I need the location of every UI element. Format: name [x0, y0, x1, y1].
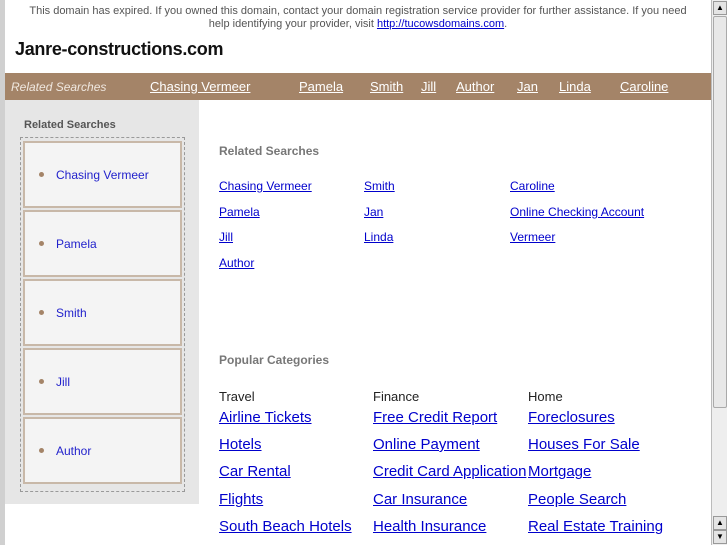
bullet-icon [39, 241, 44, 246]
category-link[interactable]: Mortgage [528, 463, 591, 480]
related-title: Related Searches [219, 144, 320, 158]
notice-end: . [504, 18, 508, 30]
topbar-link[interactable]: Jan [517, 79, 538, 94]
related-link[interactable]: Pamela [219, 205, 260, 219]
related-link[interactable]: Jan [364, 205, 383, 219]
sidebar-link[interactable]: Smith [56, 306, 87, 320]
category-link[interactable]: Free Credit Report [373, 409, 497, 426]
scroll-up-icon[interactable]: ▲ [713, 516, 727, 530]
category-link[interactable]: People Search [528, 491, 626, 508]
sidebar-title: Related Searches [24, 119, 116, 131]
category-link[interactable]: Car Rental [219, 463, 291, 480]
sidebar-item[interactable]: Pamela [23, 210, 182, 277]
bullet-icon [39, 379, 44, 384]
topbar-link[interactable]: Linda [559, 79, 591, 94]
category-heading: Finance [373, 389, 420, 404]
category-link[interactable]: South Beach Hotels [219, 518, 352, 535]
category-link[interactable]: Hotels [219, 436, 262, 453]
category-heading: Travel [219, 389, 255, 404]
related-link[interactable]: Vermeer [510, 230, 555, 244]
bullet-icon [39, 448, 44, 453]
topbar-link[interactable]: Jill [421, 79, 436, 94]
related-link[interactable]: Linda [364, 230, 393, 244]
notice-text: This domain has expired. If you owned th… [29, 5, 687, 30]
related-link[interactable]: Smith [364, 179, 395, 193]
sidebar-list: Chasing Vermeer Pamela Smith Jill Author [20, 137, 185, 492]
topbar-link[interactable]: Pamela [299, 79, 343, 94]
category-link[interactable]: Car Insurance [373, 491, 467, 508]
vertical-scrollbar[interactable]: ▲ ▲ ▼ [711, 0, 727, 545]
scroll-up-icon[interactable]: ▲ [713, 1, 727, 15]
sidebar-link[interactable]: Jill [56, 375, 70, 389]
sidebar: Related Searches Chasing Vermeer Pamela … [5, 100, 199, 504]
scrollbar-thumb[interactable] [713, 16, 727, 408]
topbar-link[interactable]: Chasing Vermeer [150, 79, 250, 94]
top-related-bar: Related Searches Chasing Vermeer Pamela … [5, 73, 711, 100]
category-heading: Home [528, 389, 563, 404]
sidebar-item[interactable]: Smith [23, 279, 182, 346]
tucows-link[interactable]: http://tucowsdomains.com [377, 18, 504, 30]
bullet-icon [39, 310, 44, 315]
topbar-label: Related Searches [11, 79, 107, 94]
sidebar-item[interactable]: Jill [23, 348, 182, 415]
expired-notice: This domain has expired. If you owned th… [5, 0, 711, 31]
scroll-down-icon[interactable]: ▼ [713, 530, 727, 544]
related-link[interactable]: Author [219, 256, 254, 270]
sidebar-item[interactable]: Chasing Vermeer [23, 141, 182, 208]
category-link[interactable]: Foreclosures [528, 409, 615, 426]
related-link[interactable]: Caroline [510, 179, 555, 193]
sidebar-link[interactable]: Author [56, 444, 91, 458]
category-link[interactable]: Credit Card Application [373, 463, 526, 480]
related-link[interactable]: Online Checking Account [510, 205, 644, 219]
sidebar-link[interactable]: Pamela [56, 237, 97, 251]
topbar-link[interactable]: Author [456, 79, 494, 94]
sidebar-link[interactable]: Chasing Vermeer [56, 168, 149, 182]
category-link[interactable]: Health Insurance [373, 518, 486, 535]
related-link[interactable]: Jill [219, 230, 233, 244]
related-link[interactable]: Chasing Vermeer [219, 179, 312, 193]
bullet-icon [39, 172, 44, 177]
page: This domain has expired. If you owned th… [5, 0, 711, 545]
popular-title: Popular Categories [219, 353, 330, 367]
category-link[interactable]: Houses For Sale [528, 436, 640, 453]
category-link[interactable]: Real Estate Training [528, 518, 663, 535]
sidebar-item[interactable]: Author [23, 417, 182, 484]
category-link[interactable]: Online Payment [373, 436, 480, 453]
topbar-link[interactable]: Caroline [620, 79, 668, 94]
topbar-link[interactable]: Smith [370, 79, 403, 94]
category-link[interactable]: Flights [219, 491, 263, 508]
category-link[interactable]: Airline Tickets [219, 409, 312, 426]
